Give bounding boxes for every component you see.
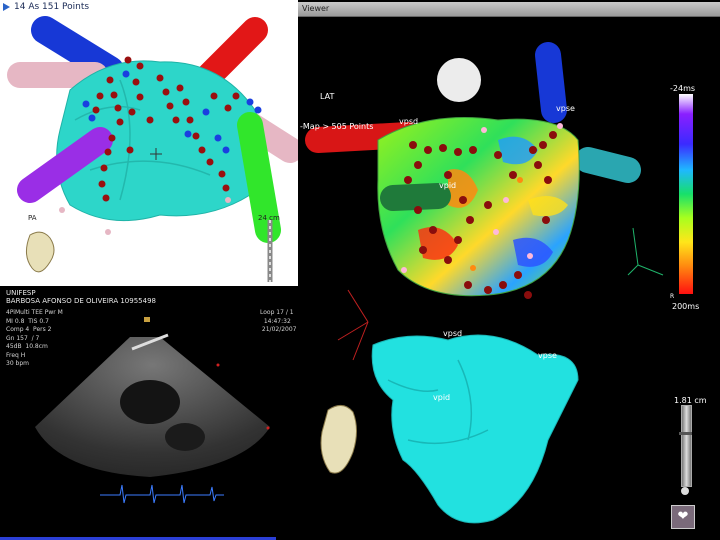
depth-label: 1.81 cm: [674, 396, 707, 405]
scale-bottom-label: 200ms: [672, 302, 700, 311]
left-3d-map-panel[interactable]: 14 As 151 Points PA 24 cm: [0, 0, 298, 286]
label-vpse-lower: vpse: [538, 351, 557, 360]
orientation-heart-icon: [26, 231, 55, 273]
label-points-count: -Map > 505 Points: [300, 122, 374, 131]
us-chamber: [120, 380, 180, 424]
orientation-axes-left: [337, 289, 369, 361]
label-lat: LAT: [320, 92, 335, 101]
label-scale-cm: 24 cm: [258, 214, 280, 222]
settings-icon[interactable]: [681, 487, 689, 495]
label-vpsd-lower: vpsd: [443, 329, 463, 338]
scale-top-label: -24ms: [670, 84, 696, 93]
orientation-heart-icon-right: [320, 405, 357, 474]
ultrasound-image: [35, 317, 270, 504]
vessel-teal-right: [575, 147, 641, 183]
scale-r-label: R: [670, 293, 675, 300]
activation-color-scale: [679, 94, 693, 294]
heart-view-button[interactable]: ❤: [671, 505, 695, 529]
vessel-red: [197, 17, 268, 88]
anatomical-shell-mesh: [371, 334, 579, 524]
orientation-axes-right: [627, 227, 664, 276]
vessel-green-right: [380, 183, 451, 211]
depth-slider[interactable]: [681, 405, 692, 487]
us-marker-icon: [144, 317, 150, 322]
label-vpid-lower: vpid: [433, 393, 451, 402]
viewer-window[interactable]: Viewer LAT -Map > 505 Points vpsd vpse v…: [298, 0, 720, 540]
vessel-blue-right: [535, 42, 567, 123]
viewer-3d-scene[interactable]: [298, 0, 720, 540]
label-vpsd: vpsd: [399, 117, 419, 126]
ultrasound-panel: UNIFESP BARBOSA AFONSO DE OLIVEIRA 10955…: [0, 287, 298, 540]
left-3d-mesh-view[interactable]: [0, 0, 298, 286]
ecg-trace: [100, 484, 224, 504]
label-vpse: vpse: [556, 104, 575, 113]
label-pa: PA: [28, 214, 37, 222]
depth-slider-thumb[interactable]: [679, 432, 692, 435]
light-source-sphere: [437, 58, 481, 102]
label-vpid: vpid: [439, 181, 457, 190]
